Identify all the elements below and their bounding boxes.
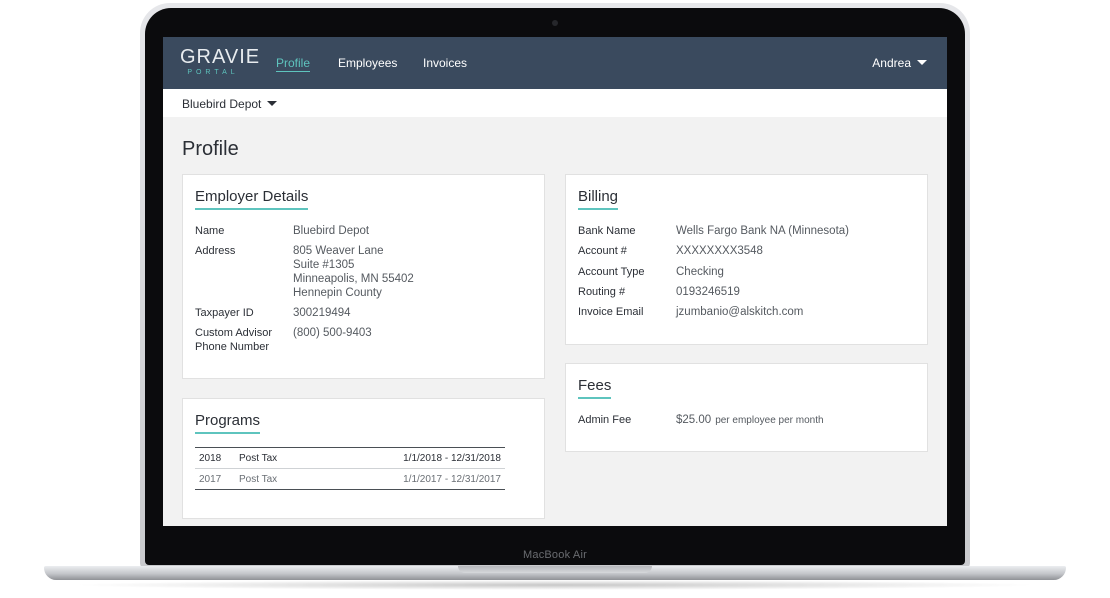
field-label: Account Type [578,266,645,278]
table-row[interactable]: 2018 Post Tax 1/1/2018 - 12/31/2018 [195,448,505,468]
chevron-down-icon [917,60,927,65]
field-value: Checking [676,266,724,278]
programs-table: 2018 Post Tax 1/1/2018 - 12/31/2018 2017… [195,447,505,490]
field-value: Wells Fargo Bank NA (Minnesota) [676,225,849,237]
card-title: Fees [578,377,612,399]
company-bar: Bluebird Depot [163,89,947,117]
card-title: Employer Details [195,188,309,210]
address-value: 805 Weaver Lane Suite #1305 Minneapolis,… [293,244,414,300]
gravie-portal-logo[interactable]: GRAVIE PORTAL [180,46,261,82]
fee-note: per employee per month [715,415,824,426]
program-year: 2017 [199,474,222,485]
field-label: Custom Advisor Phone Number [195,326,291,354]
fee-amount: $25.00 [676,414,712,426]
nav-link-profile[interactable]: Profile [276,56,311,72]
camera-icon [552,20,558,26]
program-year: 2018 [199,453,222,464]
field-label: Address [195,245,236,257]
program-date-range: 1/1/2017 - 12/31/2017 [403,474,501,485]
program-date-range: 1/1/2018 - 12/31/2018 [403,453,501,464]
field-label: Bank Name [578,225,636,237]
field-value: 0193246519 [676,286,740,298]
logo-wordmark: GRAVIE [180,46,261,68]
logo-subtitle: PORTAL [187,69,239,76]
field-label: Name [195,225,225,237]
field-label: Account # [578,245,627,257]
field-label: Invoice Email [578,306,644,318]
field-label: Routing # [578,286,626,298]
laptop-base-notch [458,566,652,573]
field-value: Bluebird Depot [293,225,370,237]
user-name: Andrea [872,56,911,70]
top-navigation: GRAVIE PORTAL Profile Employees Invoices… [163,37,947,89]
fee-value: $25.00 per employee per month [676,413,824,428]
employer-details-card: Employer Details Name Bluebird Depot Add… [182,174,545,379]
chevron-down-icon [267,101,278,106]
company-name: Bluebird Depot [182,97,262,111]
page-title: Profile [182,138,239,160]
user-menu[interactable]: Andrea [872,56,927,70]
nav-link-invoices[interactable]: Invoices [423,56,467,70]
company-selector[interactable]: Bluebird Depot [182,97,278,111]
address-line: Minneapolis, MN 55402 [293,273,414,285]
card-title: Programs [195,412,261,434]
card-title: Billing [578,188,619,210]
nav-link-employees[interactable]: Employees [338,56,397,70]
field-label: Admin Fee [578,414,632,426]
table-row[interactable]: 2017 Post Tax 1/1/2017 - 12/31/2017 [195,468,505,489]
program-type: Post Tax [239,453,278,464]
field-value: (800) 500-9403 [293,327,372,339]
address-line: Hennepin County [293,287,382,299]
device-model-label: MacBook Air [523,549,587,561]
field-value: 300219494 [293,307,351,319]
field-value: XXXXXXXX3548 [676,245,763,257]
app-screen: GRAVIE PORTAL Profile Employees Invoices… [163,37,947,526]
fees-card: Fees Admin Fee $25.00 per employee per mo… [565,363,928,452]
field-label-line: Phone Number [195,341,269,353]
field-label: Taxpayer ID [195,307,254,319]
program-type: Post Tax [239,474,278,485]
address-line: Suite #1305 [293,259,355,271]
address-line: 805 Weaver Lane [293,245,384,257]
billing-card: Billing Bank Name Wells Fargo Bank NA (M… [565,174,928,345]
laptop-shadow [70,580,1040,590]
programs-card: Programs 2018 Post Tax 1/1/2018 - 12/31/… [182,398,545,519]
field-value: jzumbanio@alskitch.com [676,306,804,318]
field-label-line: Custom Advisor [195,327,273,339]
